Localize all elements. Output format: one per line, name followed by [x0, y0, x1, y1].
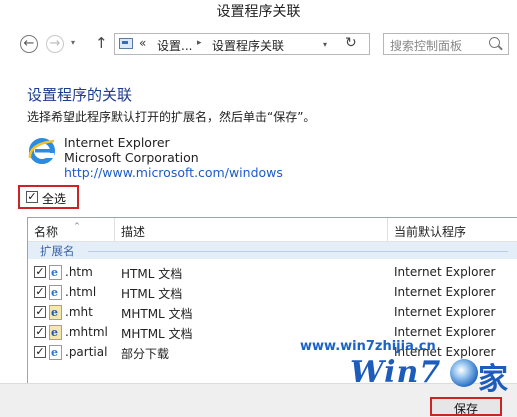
ie-file-icon: e — [49, 345, 62, 360]
breadcrumb-settings[interactable]: 设置... — [157, 37, 192, 54]
cell-extension: .mht — [65, 305, 93, 319]
column-divider[interactable] — [387, 218, 388, 241]
row-checkbox[interactable]: ✓ — [34, 326, 46, 338]
page-title: 设置程序的关联 — [27, 86, 133, 104]
control-panel-icon — [119, 38, 133, 49]
row-checkbox[interactable]: ✓ — [34, 346, 46, 358]
select-all-label[interactable]: 全选 — [42, 190, 66, 207]
table-header: 名称 ^ 描述 当前默认程序 — [28, 218, 517, 242]
table-row[interactable]: ✓ e .mhtml MHTML 文档 Internet Explorer — [28, 322, 517, 342]
search-icon[interactable] — [489, 37, 500, 48]
cell-default-program: Internet Explorer — [394, 305, 496, 319]
cell-description: HTML 文档 — [121, 267, 183, 281]
cell-description: 部分下载 — [121, 347, 170, 361]
cell-default-program: Internet Explorer — [394, 285, 496, 299]
cell-description: MHTML 文档 — [121, 307, 193, 321]
up-button[interactable]: ↑ — [95, 34, 108, 52]
address-bar[interactable]: « 设置... ▸ 设置程序关联 ▾ ↻ — [114, 33, 370, 55]
program-company: Microsoft Corporation — [64, 150, 199, 165]
instruction-text: 选择希望此程序默认打开的扩展名，然后单击“保存”。 — [27, 110, 316, 124]
program-name: Internet Explorer — [64, 135, 170, 150]
table-row[interactable]: ✓ e .mht MHTML 文档 Internet Explorer — [28, 302, 517, 322]
internet-explorer-icon — [28, 138, 55, 164]
cell-default-program: Internet Explorer — [394, 325, 496, 339]
address-overflow-chevron[interactable]: « — [139, 36, 146, 50]
group-header-extensions[interactable]: 扩展名 — [28, 242, 517, 259]
table-row[interactable]: ✓ e .html HTML 文档 Internet Explorer — [28, 282, 517, 302]
ie-file-icon: e — [49, 285, 62, 300]
group-label: 扩展名 — [40, 244, 75, 258]
row-checkbox[interactable]: ✓ — [34, 266, 46, 278]
column-header-name[interactable]: 名称 ^ — [34, 222, 80, 240]
select-all-checkbox-container[interactable]: ✓ 全选 — [18, 185, 79, 209]
column-header-description[interactable]: 描述 — [121, 223, 145, 240]
row-checkbox[interactable]: ✓ — [34, 306, 46, 318]
save-button[interactable]: 保存 — [430, 397, 502, 416]
select-all-checkbox[interactable]: ✓ — [26, 191, 38, 203]
window-title: 设置程序关联 — [0, 0, 517, 27]
recent-locations-dropdown[interactable]: ▾ — [71, 38, 75, 47]
row-checkbox[interactable]: ✓ — [34, 286, 46, 298]
cell-extension: .mhtml — [65, 325, 108, 339]
mht-file-icon: e — [49, 305, 62, 320]
table-row[interactable]: ✓ e .htm HTML 文档 Internet Explorer — [28, 262, 517, 282]
breadcrumb-set-program-associations[interactable]: 设置程序关联 — [212, 37, 284, 54]
cell-extension: .htm — [65, 265, 93, 279]
mht-file-icon: e — [49, 325, 62, 340]
group-divider-line — [88, 251, 508, 252]
search-input[interactable]: 搜索控制面板 — [383, 33, 509, 55]
cell-extension: .partial — [65, 345, 108, 359]
sort-ascending-icon: ^ — [74, 222, 80, 230]
breadcrumb-separator[interactable]: ▸ — [197, 38, 202, 48]
navigation-bar: ← → ▾ ↑ « 设置... ▸ 设置程序关联 ▾ ↻ 搜索控制面板 — [0, 27, 517, 63]
back-button[interactable]: ← — [20, 35, 38, 53]
save-button-label: 保存 — [454, 402, 479, 416]
cell-description: MHTML 文档 — [121, 327, 193, 341]
ie-file-icon: e — [49, 265, 62, 280]
cell-extension: .html — [65, 285, 97, 299]
column-divider[interactable] — [114, 218, 115, 241]
refresh-icon[interactable]: ↻ — [345, 35, 357, 51]
forward-button[interactable]: → — [46, 35, 64, 53]
cell-description: HTML 文档 — [121, 287, 183, 301]
cell-default-program: Internet Explorer — [394, 345, 496, 359]
search-placeholder: 搜索控制面板 — [390, 39, 463, 53]
table-row[interactable]: ✓ e .partial 部分下载 Internet Explorer — [28, 342, 517, 362]
cell-default-program: Internet Explorer — [394, 265, 496, 279]
address-dropdown-icon[interactable]: ▾ — [323, 40, 327, 49]
column-header-current-default[interactable]: 当前默认程序 — [394, 223, 466, 240]
program-url-link[interactable]: http://www.microsoft.com/windows — [64, 165, 283, 180]
